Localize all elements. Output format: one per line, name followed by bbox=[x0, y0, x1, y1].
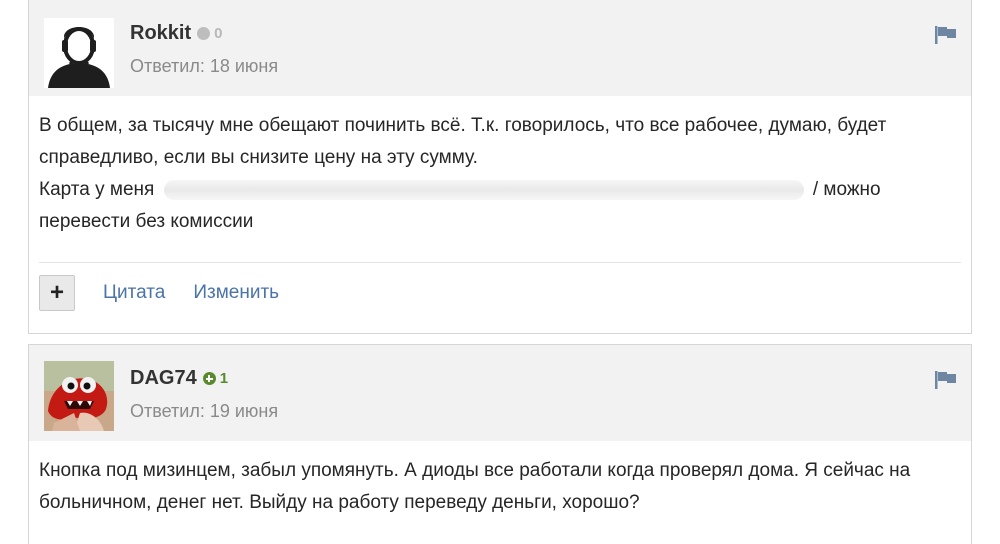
divider bbox=[39, 262, 961, 263]
post-paragraph: В общем, за тысячу мне обещают починить … bbox=[39, 115, 887, 168]
default-user-silhouette-icon bbox=[44, 18, 114, 88]
forum-post: DAG74 1 Ответил: 19 июня Кнопка под мизи… bbox=[28, 344, 972, 544]
post-header: DAG74 1 Ответил: 19 июня bbox=[29, 345, 971, 441]
author-name[interactable]: Rokkit bbox=[130, 22, 191, 45]
reputation-dot-icon bbox=[202, 372, 216, 385]
flag-icon[interactable] bbox=[935, 26, 957, 44]
forum-post: Rokkit 0 Ответил: 18 июня В общем, за ты… bbox=[28, 0, 972, 334]
redacted-card-number bbox=[163, 179, 804, 200]
reputation-count: 1 bbox=[219, 370, 229, 387]
user-avatar[interactable] bbox=[44, 361, 114, 431]
reply-date: Ответил: 18 июня bbox=[130, 56, 279, 76]
author-line: Rokkit 0 bbox=[130, 22, 222, 45]
post-header: Rokkit 0 Ответил: 18 июня bbox=[29, 0, 971, 96]
quote-link[interactable]: Цитата bbox=[103, 282, 165, 304]
reputation-dot-icon bbox=[197, 27, 211, 40]
author-name[interactable]: DAG74 bbox=[130, 367, 197, 390]
post-content: Кнопка под мизинцем, забыл упомянуть. А … bbox=[29, 441, 971, 519]
reply-date: Ответил: 19 июня bbox=[130, 401, 279, 421]
reputation-count: 0 bbox=[214, 25, 223, 42]
red-monster-avatar bbox=[44, 361, 114, 431]
author-line: DAG74 1 bbox=[130, 367, 228, 390]
card-text-prefix: Карта у меня bbox=[39, 179, 155, 200]
plus-button[interactable]: + bbox=[39, 275, 75, 311]
reputation-badge[interactable]: 0 bbox=[197, 25, 222, 42]
reputation-badge[interactable]: 1 bbox=[202, 370, 229, 387]
post-paragraph: Карта у меня / можно перевести без комис… bbox=[39, 174, 961, 238]
user-avatar[interactable] bbox=[44, 18, 114, 88]
post-controls: + Цитата Изменить bbox=[39, 274, 279, 312]
post-content: В общем, за тысячу мне обещают починить … bbox=[29, 96, 971, 238]
post-paragraph: Кнопка под мизинцем, забыл упомянуть. А … bbox=[39, 460, 911, 513]
edit-link[interactable]: Изменить bbox=[193, 282, 279, 304]
flag-icon[interactable] bbox=[935, 371, 957, 389]
